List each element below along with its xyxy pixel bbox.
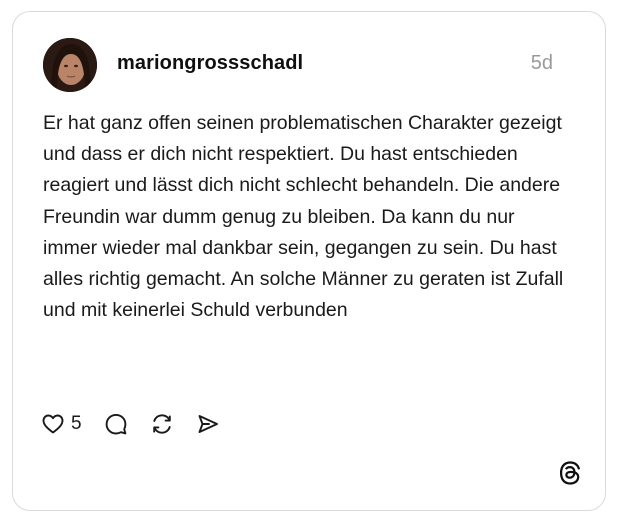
comment-bubble-icon bbox=[105, 413, 126, 435]
share-button[interactable] bbox=[196, 412, 220, 436]
post-text: Er hat ganz offen seinen problematischen… bbox=[43, 112, 564, 322]
post-card: mariongrossschadl 5d Er hat ganz offen s… bbox=[12, 11, 606, 511]
reply-button[interactable] bbox=[104, 412, 128, 436]
repost-icon bbox=[152, 414, 171, 434]
avatar[interactable] bbox=[43, 38, 97, 92]
action-bar: 5 bbox=[41, 410, 220, 438]
heart-icon bbox=[42, 414, 64, 434]
send-icon bbox=[198, 415, 218, 433]
username[interactable]: mariongrossschadl bbox=[117, 52, 303, 75]
threads-logo-icon bbox=[557, 460, 583, 486]
repost-button[interactable] bbox=[150, 412, 174, 436]
like-count: 5 bbox=[71, 413, 82, 434]
avatar-image bbox=[43, 38, 97, 92]
like-button[interactable]: 5 bbox=[41, 412, 104, 436]
timestamp: 5d bbox=[530, 52, 553, 74]
